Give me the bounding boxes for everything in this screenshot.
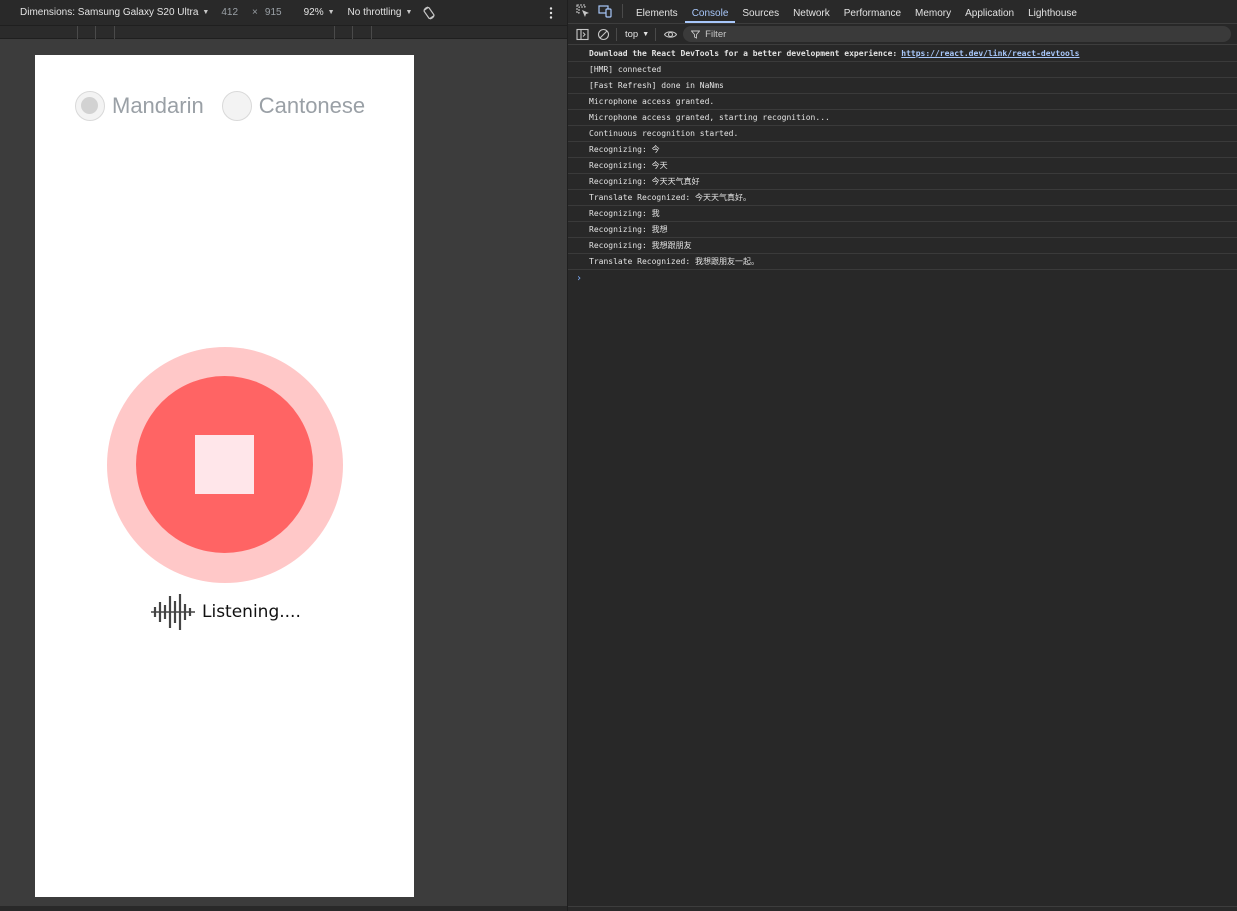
filter-placeholder: Filter [705,28,727,40]
tab-sources[interactable]: Sources [735,0,786,23]
inspect-element-icon[interactable] [576,4,590,18]
message-text: Translate Recognized: 我想跟朋友一起。 [589,257,759,266]
message-text: Download the React DevTools for a better… [589,49,898,58]
console-message: Continuous recognition started. [568,126,1237,142]
devtools-tabs: Elements Console Sources Network Perform… [568,0,1237,24]
divider [616,27,617,41]
tab-elements[interactable]: Elements [629,0,685,23]
console-message: Download the React DevTools for a better… [568,46,1237,62]
console-message: [HMR] connected [568,62,1237,78]
message-text: Recognizing: 我想跟朋友 [589,241,692,250]
message-text: Translate Recognized: 今天天气真好。 [589,193,751,202]
throttling-label: No throttling [347,7,402,18]
devtools-pane: Elements Console Sources Network Perform… [567,0,1237,911]
tab-network[interactable]: Network [786,0,837,23]
divider [622,4,623,18]
tab-lighthouse[interactable]: Lighthouse [1021,0,1084,23]
tab-application[interactable]: Application [958,0,1021,23]
zoom-select[interactable]: 92% ▼ [304,7,335,18]
ruler-tick [352,26,353,39]
message-text: Recognizing: 今天天气真好 [589,177,700,186]
console-message: Translate Recognized: 我想跟朋友一起。 [568,254,1237,270]
devtools-link[interactable]: https://react.dev/link/react-devtools [901,49,1079,58]
console-message: Recognizing: 今天天气真好 [568,174,1237,190]
clear-console-icon[interactable] [597,28,610,41]
message-text: Microphone access granted, starting reco… [589,113,830,122]
console-prompt[interactable]: › [568,270,1237,286]
message-text: Recognizing: 今 [589,145,660,154]
console-message: Microphone access granted, starting reco… [568,110,1237,126]
message-text: Recognizing: 我想 [589,225,668,234]
ruler-tick [77,26,78,39]
ruler-tick [334,26,335,39]
stop-icon [195,435,254,494]
chevron-down-icon: ▼ [642,30,650,38]
language-label: Cantonese [258,93,366,118]
language-option-cantonese[interactable]: Cantonese [221,91,366,121]
tab-performance[interactable]: Performance [837,0,908,23]
ruler-tick [114,26,115,39]
language-option-mandarin[interactable]: Mandarin [75,91,204,121]
console-message: Recognizing: 今 [568,142,1237,158]
status-strip [0,906,567,911]
message-text: Recognizing: 今天 [589,161,668,170]
context-select[interactable]: top ▼ [625,29,649,40]
divider [655,27,657,41]
message-text: Continuous recognition started. [589,129,739,138]
message-text: Microphone access granted. [589,97,715,106]
listening-status: Listening.... [150,593,301,631]
record-stop-button[interactable] [136,376,313,553]
rotate-icon[interactable] [422,6,436,20]
tab-memory[interactable]: Memory [908,0,958,23]
console-message: Recognizing: 我想 [568,222,1237,238]
message-text: [HMR] connected [589,65,662,74]
device-emulation-pane: Dimensions: Samsung Galaxy S20 Ultra ▼ 4… [0,0,567,911]
sidebar-toggle-icon[interactable] [576,28,589,41]
device-toggle-icon[interactable] [598,4,612,18]
console-message: Recognizing: 今天 [568,158,1237,174]
tab-console[interactable]: Console [684,0,736,23]
throttling-select[interactable]: No throttling ▼ [348,7,413,18]
status-strip [568,906,1237,911]
record-button-ring [107,347,343,583]
language-label: Mandarin [112,93,204,118]
console-message: Recognizing: 我 [568,206,1237,222]
language-radio-group: Mandarin Cantonese [75,91,383,121]
ruler-tick [95,26,96,39]
sound-wave-icon [151,594,195,630]
radio-button[interactable] [75,91,105,121]
screen: Dimensions: Samsung Galaxy S20 Ultra ▼ 4… [0,0,1237,911]
chevron-down-icon: ▼ [327,9,335,16]
chevron-down-icon: ▼ [202,9,210,16]
console-messages: Download the React DevTools for a better… [568,46,1237,286]
radio-button[interactable] [221,91,252,121]
zoom-label: 92% [303,7,324,18]
media-query-ruler [0,26,567,39]
listening-text: Listening.... [202,602,301,622]
message-text: [Fast Refresh] done in NaNms [589,81,724,90]
ruler-tick [371,26,372,39]
filter-icon [691,30,701,39]
live-expression-eye-icon[interactable] [664,28,678,41]
filter-input[interactable]: Filter [683,26,1232,42]
device-dimensions-select[interactable]: Dimensions: Samsung Galaxy S20 Ultra ▼ [20,7,209,18]
console-message: Recognizing: 我想跟朋友 [568,238,1237,254]
times-label: × [252,7,258,18]
chevron-down-icon: ▼ [405,9,413,16]
device-viewport: Mandarin Cantonese Listening.... [35,55,414,897]
device-dimensions-label: Dimensions: Samsung Galaxy S20 Ultra [20,7,199,18]
console-message: Translate Recognized: 今天天气真好。 [568,190,1237,206]
context-label: top [625,28,639,40]
console-toolbar: top ▼ Filter [568,24,1237,45]
device-height-input[interactable]: 915 [265,7,282,18]
message-text: Recognizing: 我 [589,209,660,218]
prompt-chevron-icon: › [576,272,583,284]
device-toolbar: Dimensions: Samsung Galaxy S20 Ultra ▼ 4… [0,0,567,26]
console-message: Microphone access granted. [568,94,1237,110]
device-width-input[interactable]: 412 [221,7,238,18]
more-options-icon[interactable] [549,6,553,20]
console-message: [Fast Refresh] done in NaNms [568,78,1237,94]
